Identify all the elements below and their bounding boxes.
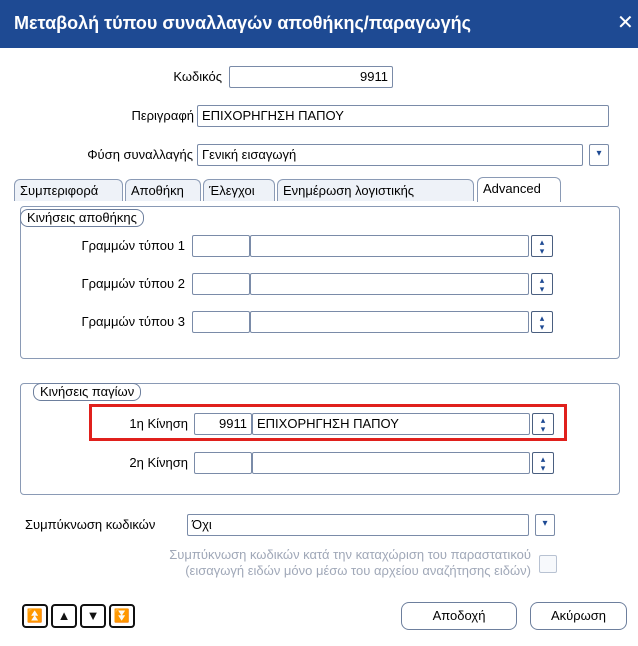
compression-option-line2: (εισαγωγή ειδών μόνο μέσω του αρχείου αν… xyxy=(185,563,531,578)
first-record-button[interactable]: ⏫ xyxy=(22,604,48,628)
line-type-2-spin[interactable]: ▴ ▾ xyxy=(531,273,553,295)
arrow-up-icon: ▲ xyxy=(57,608,71,623)
compression-checkbox[interactable] xyxy=(539,555,557,573)
arrow-down-icon: ▼ xyxy=(86,608,100,623)
line-type-1-label: Γραμμών τύπου 1 xyxy=(81,238,185,253)
line-type-1-code[interactable] xyxy=(192,235,250,257)
tab-advanced[interactable]: Advanced xyxy=(477,177,561,202)
first-move-code[interactable]: 9911 xyxy=(194,413,252,435)
first-move-description[interactable]: ΕΠΙΧΟΡΗΓΗΣΗ ΠΑΠΟΥ xyxy=(252,413,530,435)
compression-label: Συμπύκνωση κωδικών xyxy=(25,517,156,532)
compression-option-line1: Συμπύκνωση κωδικών κατά την καταχώριση τ… xyxy=(169,547,531,562)
nature-select[interactable]: Γενική εισαγωγή xyxy=(197,144,583,166)
double-down-icon: ⏬ xyxy=(113,608,131,623)
close-icon[interactable]: ✕ xyxy=(617,10,634,35)
first-move-spin[interactable]: ▴ ▾ xyxy=(532,413,554,435)
line-type-3-label: Γραμμών τύπου 3 xyxy=(81,314,185,329)
code-field[interactable]: 9911 xyxy=(229,66,393,88)
chevron-down-icon[interactable]: ▾ xyxy=(589,144,609,166)
chevron-down-icon: ▾ xyxy=(539,246,545,256)
asset-moves-title: Κινήσεις παγίων xyxy=(33,383,142,401)
next-record-button[interactable]: ▼ xyxy=(80,604,106,628)
line-type-3-description[interactable] xyxy=(250,311,529,333)
tab-warehouse[interactable]: Αποθήκη xyxy=(125,179,201,201)
second-move-spin[interactable]: ▴ ▾ xyxy=(532,452,554,474)
cancel-button[interactable]: Ακύρωση xyxy=(530,602,627,630)
line-type-3-spin[interactable]: ▴ ▾ xyxy=(531,311,553,333)
second-move-description[interactable] xyxy=(252,452,530,474)
chevron-down-icon[interactable]: ▾ xyxy=(535,514,555,536)
previous-record-button[interactable]: ▲ xyxy=(51,604,77,628)
last-record-button[interactable]: ⏬ xyxy=(109,604,135,628)
line-type-2-description[interactable] xyxy=(250,273,529,295)
description-label: Περιγραφή xyxy=(131,108,194,123)
code-label: Κωδικός xyxy=(173,69,222,84)
tab-behavior[interactable]: Συμπεριφορά xyxy=(14,179,123,201)
line-type-2-label: Γραμμών τύπου 2 xyxy=(81,276,185,291)
description-field[interactable]: ΕΠΙΧΟΡΗΓΗΣΗ ΠΑΠΟΥ xyxy=(197,105,609,127)
window-title: Μεταβολή τύπου συναλλαγών αποθήκης/παραγ… xyxy=(14,13,471,33)
double-up-icon: ⏫ xyxy=(26,608,44,623)
second-move-label: 2η Κίνηση xyxy=(129,455,188,470)
nature-label: Φύση συναλλαγής xyxy=(87,147,193,162)
second-move-code[interactable] xyxy=(194,452,252,474)
line-type-2-code[interactable] xyxy=(192,273,250,295)
tab-accounting-update[interactable]: Ενημέρωση λογιστικής xyxy=(277,179,474,201)
chevron-down-icon: ▾ xyxy=(540,463,546,473)
line-type-3-code[interactable] xyxy=(192,311,250,333)
chevron-down-icon: ▾ xyxy=(539,322,545,332)
first-move-label: 1η Κίνηση xyxy=(129,416,188,431)
chevron-down-icon: ▾ xyxy=(539,284,545,294)
chevron-down-icon: ▾ xyxy=(540,424,546,434)
title-bar: Μεταβολή τύπου συναλλαγών αποθήκης/παραγ… xyxy=(0,0,638,48)
compression-select[interactable]: Όχι xyxy=(187,514,529,536)
line-type-1-spin[interactable]: ▴ ▾ xyxy=(531,235,553,257)
tab-checks[interactable]: Έλεγχοι xyxy=(203,179,275,201)
line-type-1-description[interactable] xyxy=(250,235,529,257)
accept-button[interactable]: Αποδοχή xyxy=(401,602,517,630)
warehouse-moves-title: Κινήσεις αποθήκης xyxy=(20,209,144,227)
dialog-body: Κωδικός 9911 Περιγραφή ΕΠΙΧΟΡΗΓΗΣΗ ΠΑΠΟΥ… xyxy=(0,48,638,646)
